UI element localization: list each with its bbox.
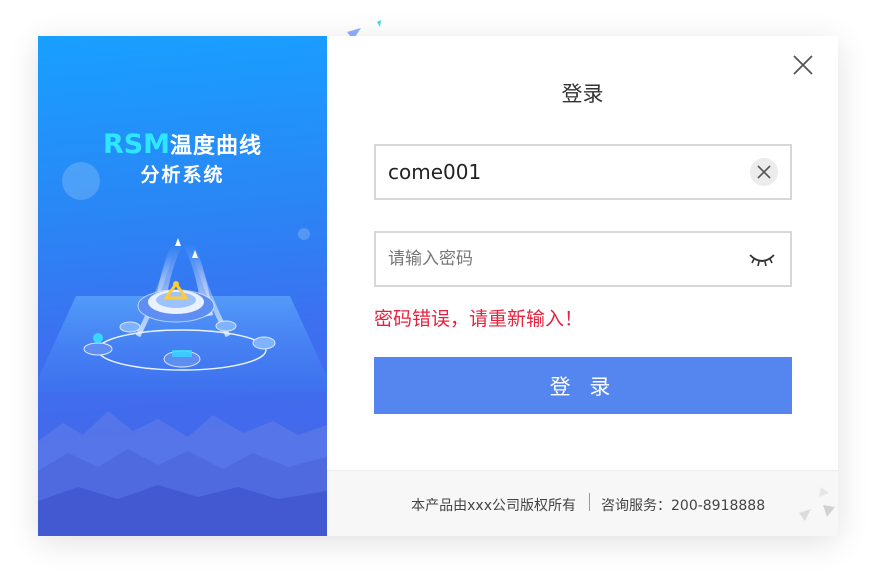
username-input[interactable] (388, 146, 728, 198)
mountain-background (38, 411, 327, 536)
eye-closed-icon[interactable] (748, 249, 776, 269)
brand-title: RSM温度曲线 分析系统 (38, 130, 327, 188)
decor-triangles-corner (799, 487, 835, 521)
copyright-text: 本产品由xxx公司版权所有 (411, 498, 576, 514)
service-hotline: 咨询服务：200-8918888 (601, 498, 766, 514)
login-title: 登录 (561, 82, 604, 106)
promo-panel: RSM温度曲线 分析系统 (38, 36, 327, 536)
brand-logo-text: RSM (102, 129, 171, 160)
login-dialog: RSM温度曲线 分析系统 登录 come001 密码错误，请重新输入！ 登 录 … (38, 36, 838, 536)
password-field (374, 231, 792, 287)
error-message: 密码错误，请重新输入！ (374, 308, 584, 330)
username-field (374, 144, 792, 200)
login-panel: 登录 密码错误，请重新输入！ 登 录 本产品由xxx公司版权所有 咨询服务：20… (327, 36, 838, 536)
footer-divider (589, 493, 590, 511)
footer: 本产品由xxx公司版权所有 咨询服务：200-8918888 (327, 470, 838, 536)
brand-title-line2: 分析系统 (140, 164, 225, 186)
password-input[interactable] (388, 233, 728, 285)
brand-title-line1: 温度曲线 (170, 134, 263, 159)
login-button[interactable]: 登 录 (374, 357, 792, 414)
platform-illustration (38, 238, 327, 392)
close-icon[interactable] (792, 54, 814, 76)
clear-username-button[interactable] (750, 158, 778, 186)
clear-icon (757, 165, 771, 179)
